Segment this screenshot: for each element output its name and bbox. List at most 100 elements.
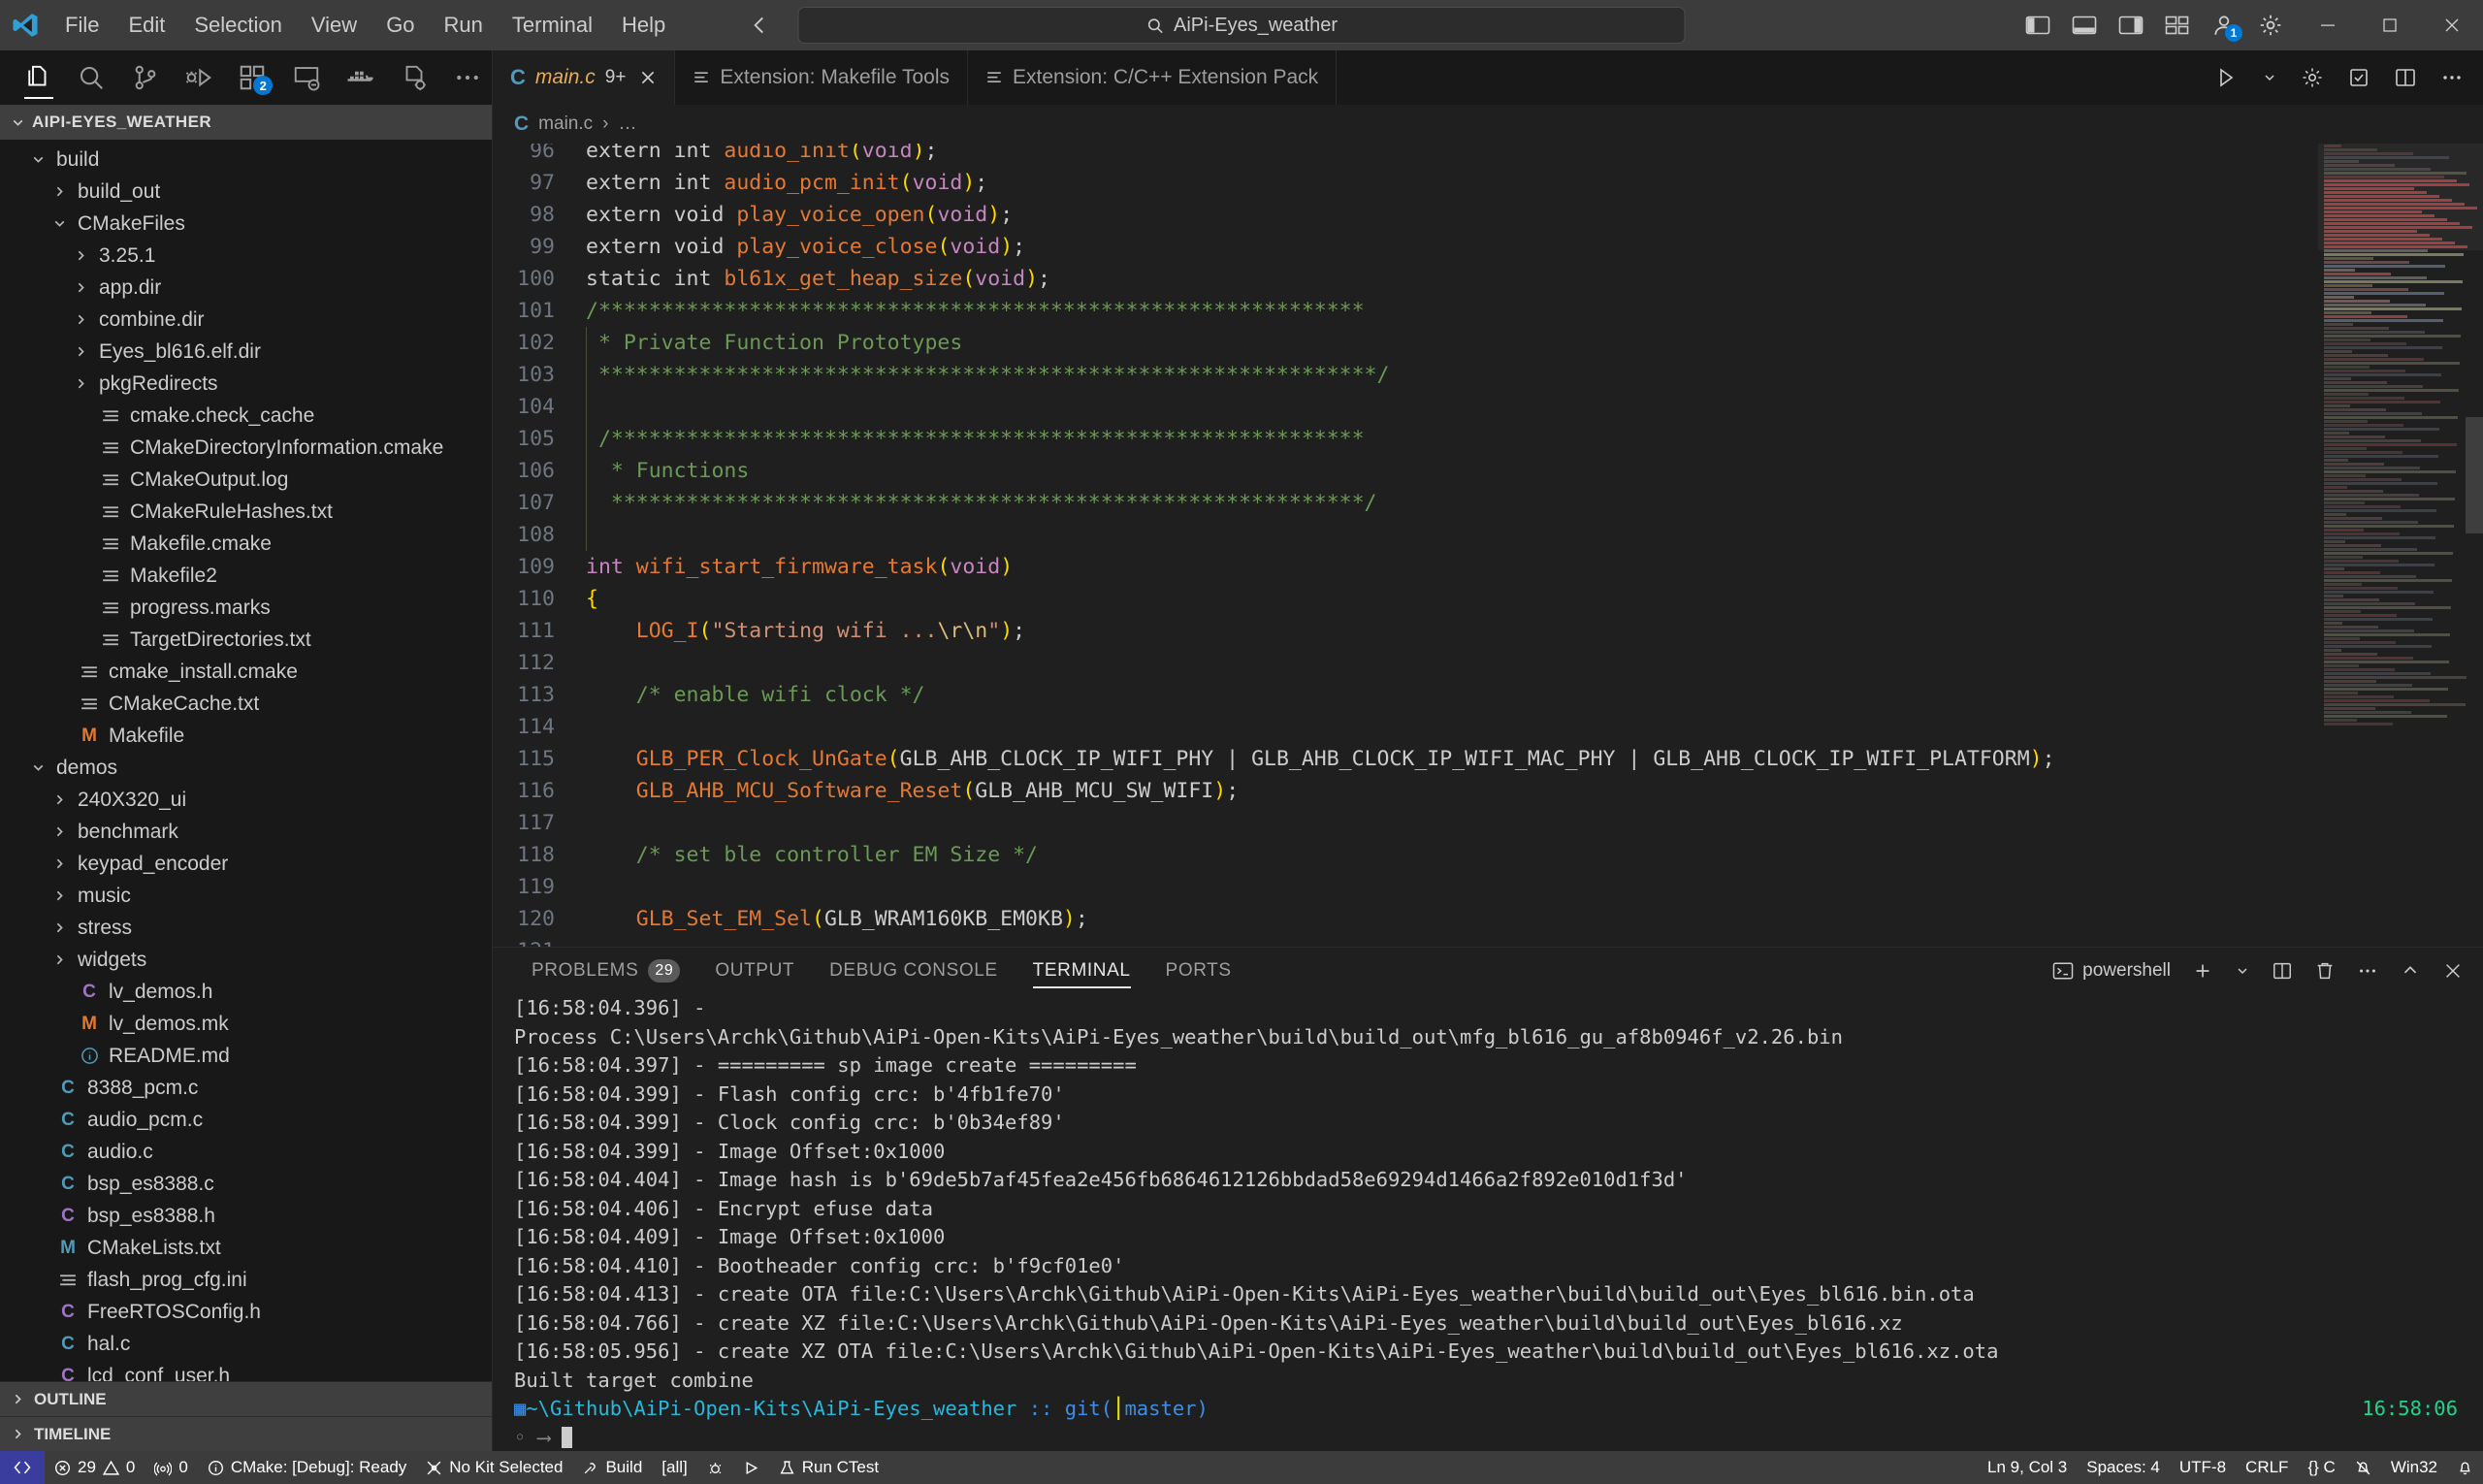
tree-item[interactable]: Makefile.cmake (0, 528, 492, 560)
tree-item[interactable]: Eyes_bl616.elf.dir (0, 336, 492, 368)
status-build-target[interactable]: [all] (652, 1451, 696, 1484)
customize-layout-icon[interactable] (2165, 15, 2190, 36)
activity-docker[interactable] (337, 54, 384, 101)
maximize-button[interactable] (2359, 0, 2421, 50)
code-text[interactable]: extern int audio_pcm_init(void); (578, 167, 987, 199)
code-text[interactable]: ****************************************… (578, 487, 1376, 519)
command-center-search[interactable]: AiPi-Eyes_weather (797, 7, 1686, 44)
tree-item[interactable]: combine.dir (0, 304, 492, 336)
tree-item[interactable]: flash_prog_cfg.ini (0, 1264, 492, 1296)
tree-item[interactable]: CMakeCache.txt (0, 688, 492, 720)
code-text[interactable]: extern void play_voice_close(void); (578, 231, 1025, 263)
tree-item[interactable]: C 8388_pcm.c (0, 1072, 492, 1104)
chevron-down-icon[interactable] (2235, 963, 2250, 979)
panel-tab-debug-console[interactable]: DEBUG CONSOLE (812, 948, 1016, 994)
breadcrumb-file[interactable]: main.c (538, 113, 593, 135)
tree-item[interactable]: benchmark (0, 816, 492, 848)
tree-item[interactable]: README.md (0, 1040, 492, 1072)
status-debug-target[interactable] (697, 1451, 733, 1484)
code-text[interactable]: extern int audio_init(void); (578, 144, 937, 167)
breadcrumb[interactable]: C main.c › … (493, 105, 2483, 144)
status-cursor-position[interactable]: Ln 9, Col 3 (1978, 1451, 2077, 1484)
tree-item[interactable]: build (0, 144, 492, 176)
status-platform[interactable]: Win32 (2381, 1451, 2447, 1484)
tree-item[interactable]: Chal.c (0, 1328, 492, 1360)
status-encoding[interactable]: UTF-8 (2170, 1451, 2236, 1484)
status-launch[interactable] (733, 1451, 769, 1484)
code-text[interactable]: /* set ble controller EM Size */ (578, 839, 1038, 871)
tree-item[interactable]: music (0, 880, 492, 912)
status-cmake-state[interactable]: CMake: [Debug]: Ready (198, 1451, 416, 1484)
menu-terminal[interactable]: Terminal (498, 7, 607, 44)
tree-item[interactable]: keypad_encoder (0, 848, 492, 880)
status-ports[interactable]: 0 (145, 1451, 197, 1484)
code-text[interactable]: GLB_AHB_MCU_Software_Reset(GLB_AHB_MCU_S… (578, 775, 1239, 807)
tree-item[interactable]: stress (0, 912, 492, 944)
minimize-button[interactable] (2297, 0, 2359, 50)
tree-item[interactable]: Clcd_conf_user.h (0, 1360, 492, 1382)
terminal-input-line[interactable]: ◦ ⟶ (514, 1424, 2483, 1452)
tree-item[interactable]: C FreeRTOSConfig.h (0, 1296, 492, 1328)
split-terminal-icon[interactable] (2272, 960, 2293, 982)
activity-remote-explorer[interactable] (282, 54, 330, 101)
toggle-primary-sidebar-icon[interactable] (2025, 15, 2050, 36)
menu-view[interactable]: View (297, 7, 371, 44)
remote-indicator[interactable] (0, 1451, 45, 1484)
tree-item[interactable]: CMakeOutput.log (0, 464, 492, 496)
run-or-debug-icon[interactable] (2215, 66, 2239, 89)
tree-item[interactable]: app.dir (0, 272, 492, 304)
code-text[interactable]: ****************************************… (578, 359, 1389, 391)
tree-item[interactable]: Makefile2 (0, 560, 492, 592)
status-errors[interactable]: 29 0 (45, 1451, 145, 1484)
code-text[interactable] (578, 519, 587, 551)
tree-item[interactable]: CMakeFiles (0, 208, 492, 240)
tree-item[interactable]: M Makefile (0, 720, 492, 752)
status-eol[interactable]: CRLF (2236, 1451, 2298, 1484)
tree-item[interactable]: Mlv_demos.mk (0, 1008, 492, 1040)
menu-help[interactable]: Help (607, 7, 680, 44)
tab-extension-makefile-tools[interactable]: Extension: Makefile Tools (675, 50, 968, 105)
more-actions-icon[interactable] (2357, 960, 2378, 982)
tree-item[interactable]: CMakeRuleHashes.txt (0, 496, 492, 528)
code-text[interactable] (578, 935, 586, 947)
tree-item[interactable]: Cbsp_es8388.c (0, 1168, 492, 1200)
build-target-icon[interactable] (2347, 66, 2370, 89)
toggle-secondary-sidebar-icon[interactable] (2118, 15, 2144, 36)
tree-item[interactable]: progress.marks (0, 592, 492, 624)
breadcrumb-rest[interactable]: … (618, 113, 636, 135)
panel-tab-terminal[interactable]: TERMINAL (1016, 948, 1148, 994)
activity-source-control[interactable] (121, 54, 169, 101)
code-text[interactable] (578, 391, 587, 423)
menu-file[interactable]: File (50, 7, 113, 44)
activity-more[interactable] (444, 54, 492, 101)
tree-item[interactable]: CMakeDirectoryInformation.cmake (0, 432, 492, 464)
file-tree[interactable]: build build_out CMakeFiles 3.25.1 app.dir com… (0, 140, 492, 1381)
menu-edit[interactable]: Edit (113, 7, 179, 44)
status-build[interactable]: Build (572, 1451, 652, 1484)
activity-explorer[interactable] (14, 54, 61, 101)
code-text[interactable] (578, 647, 586, 679)
tree-item[interactable]: demos (0, 752, 492, 784)
tree-item[interactable]: Caudio.c (0, 1136, 492, 1168)
timeline-section[interactable]: TIMELINE (0, 1416, 492, 1451)
activity-cmake[interactable] (390, 54, 437, 101)
close-panel-icon[interactable] (2442, 960, 2464, 982)
code-text[interactable]: /* enable wifi clock */ (578, 679, 925, 711)
tree-item[interactable]: pkgRedirects (0, 368, 492, 400)
code-text[interactable]: * Private Function Prototypes (578, 327, 962, 359)
tree-item[interactable]: build_out (0, 176, 492, 208)
manage-gear-icon[interactable] (2258, 13, 2283, 38)
tree-item[interactable]: Cbsp_es8388.h (0, 1200, 492, 1232)
outline-section[interactable]: OUTLINE (0, 1381, 492, 1416)
editor-scrollbar-thumb[interactable] (2466, 416, 2483, 533)
status-language-mode[interactable]: {} C (2298, 1451, 2344, 1484)
activity-search[interactable] (67, 54, 114, 101)
menu-go[interactable]: Go (371, 7, 429, 44)
code-editor[interactable]: 96 extern int audio_init(void); 97 extern i… (493, 144, 2483, 947)
code-text[interactable] (578, 871, 586, 903)
code-text[interactable]: { (578, 583, 598, 615)
tab-main-c[interactable]: C main.c 9+ (493, 50, 676, 105)
code-text[interactable] (578, 807, 586, 839)
tree-item[interactable]: Caudio_pcm.c (0, 1104, 492, 1136)
panel-tab-output[interactable]: OUTPUT (697, 948, 812, 994)
